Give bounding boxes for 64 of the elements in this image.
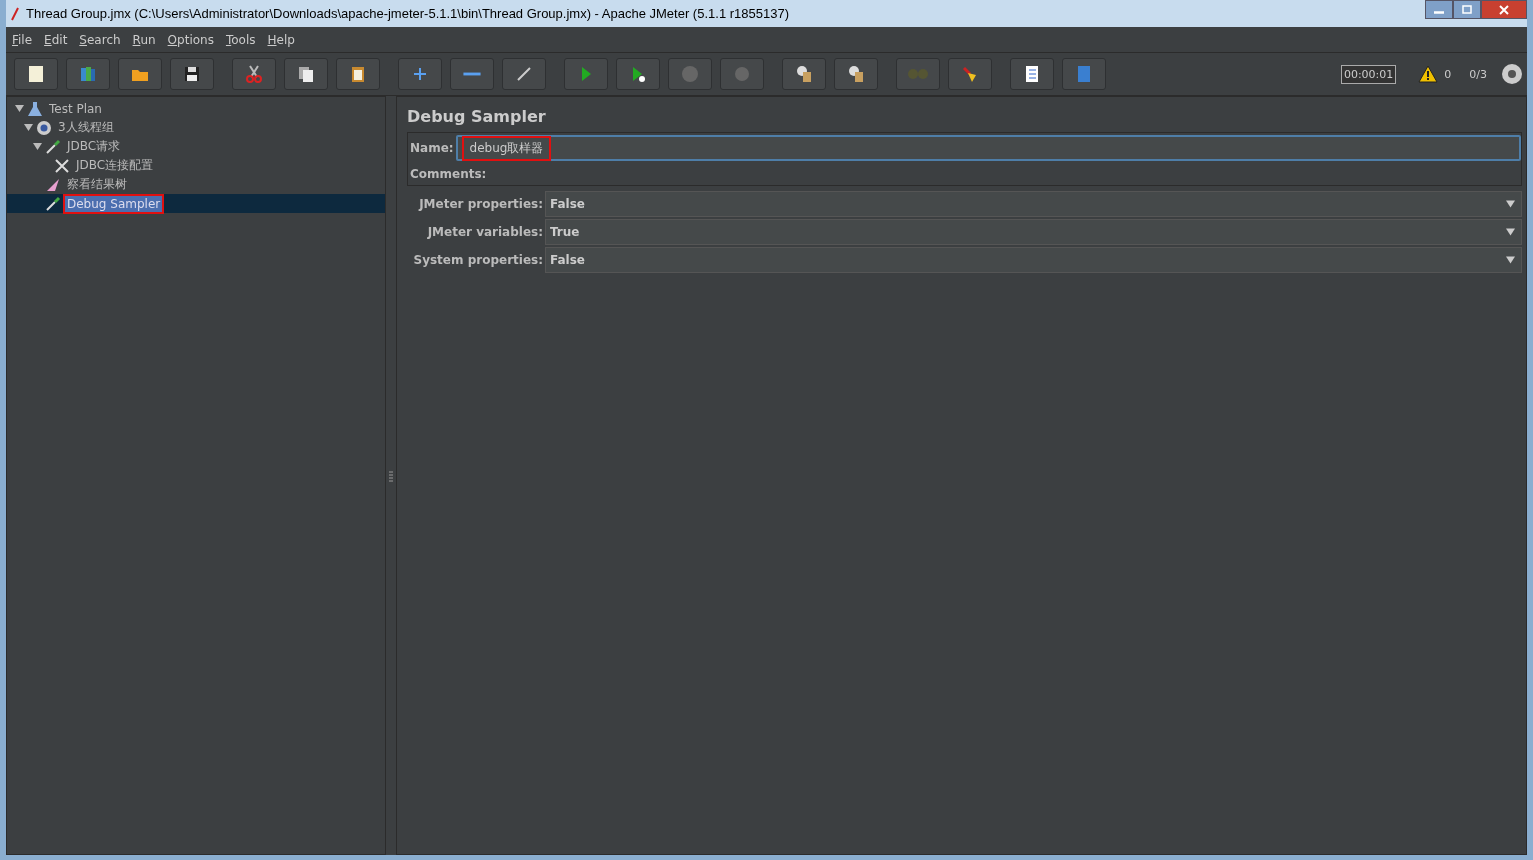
minimize-icon: [1434, 11, 1444, 14]
toolbar-button[interactable]: [502, 58, 546, 90]
expand-toggle[interactable]: [33, 142, 43, 151]
toolbar-button[interactable]: [170, 58, 214, 90]
feather-icon: [10, 6, 20, 21]
warning-icon: [1418, 65, 1439, 83]
expand-toggle[interactable]: [15, 104, 25, 113]
panel-title: Debug Sampler: [407, 107, 547, 126]
dropdown[interactable]: False: [545, 247, 1522, 273]
menu-item[interactable]: Run: [132, 32, 156, 47]
new-file-icon: [26, 64, 46, 84]
toolbar-button[interactable]: [834, 58, 878, 90]
clear-icon: [794, 64, 814, 84]
minimize-button[interactable]: [1425, 0, 1453, 19]
expand-toggle[interactable]: [24, 123, 34, 132]
name-label: Name:: [410, 141, 454, 155]
field-label: JMeter properties:: [417, 197, 544, 211]
remote-icon[interactable]: [1501, 63, 1523, 85]
menu-item[interactable]: File: [12, 32, 33, 47]
books-icon: [78, 64, 98, 84]
menu-item[interactable]: Options: [167, 32, 214, 47]
toolbar-button[interactable]: [1010, 58, 1054, 90]
toolbar-button[interactable]: [336, 58, 380, 90]
field-label: JMeter variables:: [426, 225, 544, 239]
stop-icon: [680, 64, 700, 84]
minus-icon: [462, 72, 482, 76]
maximize-icon: [1462, 4, 1472, 15]
close-button[interactable]: [1481, 0, 1527, 19]
elapsed-time: 00:00:01: [1340, 64, 1397, 84]
dropdown-arrow-icon: [1506, 200, 1515, 208]
error-count: 0: [1444, 67, 1452, 81]
tree-item[interactable]: Debug Sampler: [63, 193, 165, 214]
toolbar-button[interactable]: [616, 58, 660, 90]
menu-item[interactable]: Search: [79, 32, 121, 47]
toolbar-button[interactable]: [782, 58, 826, 90]
splitter-handle-icon[interactable]: [389, 469, 393, 482]
name-field[interactable]: debug取样器: [455, 135, 1521, 161]
tree-item[interactable]: Test Plan: [45, 98, 106, 119]
dropdown[interactable]: False: [545, 191, 1522, 217]
thread-count: 0/3: [1469, 67, 1487, 81]
field-label: System properties:: [412, 253, 544, 267]
toolbar-button[interactable]: [14, 58, 58, 90]
dropdown-arrow-icon: [1506, 228, 1515, 236]
menu-item[interactable]: Help: [267, 32, 295, 47]
dropdown[interactable]: True: [545, 219, 1522, 245]
save-icon: [182, 64, 202, 84]
toolbar-button[interactable]: [118, 58, 162, 90]
window-title: Thread Group.jmx (C:\Users\Administrator\Downloads\apache-jmeter-5.1.1\bin\Thread Group.jmx) - Apache JMeter (5.1.1 r1855137): [26, 6, 789, 21]
close-icon: [1499, 4, 1509, 15]
search-icon: [908, 69, 928, 79]
copy-icon: [296, 64, 316, 84]
clear-all-icon: [846, 64, 866, 84]
tools-icon: [54, 157, 70, 174]
menu-item[interactable]: Tools: [225, 32, 256, 47]
maximize-button[interactable]: [1453, 0, 1481, 19]
comments-label: Comments:: [410, 167, 488, 181]
name-value: debug取样器: [461, 135, 552, 161]
cut-icon: [244, 64, 264, 84]
toolbar-button[interactable]: [284, 58, 328, 90]
gear-icon: [36, 119, 52, 136]
menu-item[interactable]: Edit: [44, 32, 68, 47]
flask-icon: [27, 100, 43, 117]
dropdown-arrow-icon: [1506, 256, 1515, 264]
shutdown-icon: [732, 64, 752, 84]
